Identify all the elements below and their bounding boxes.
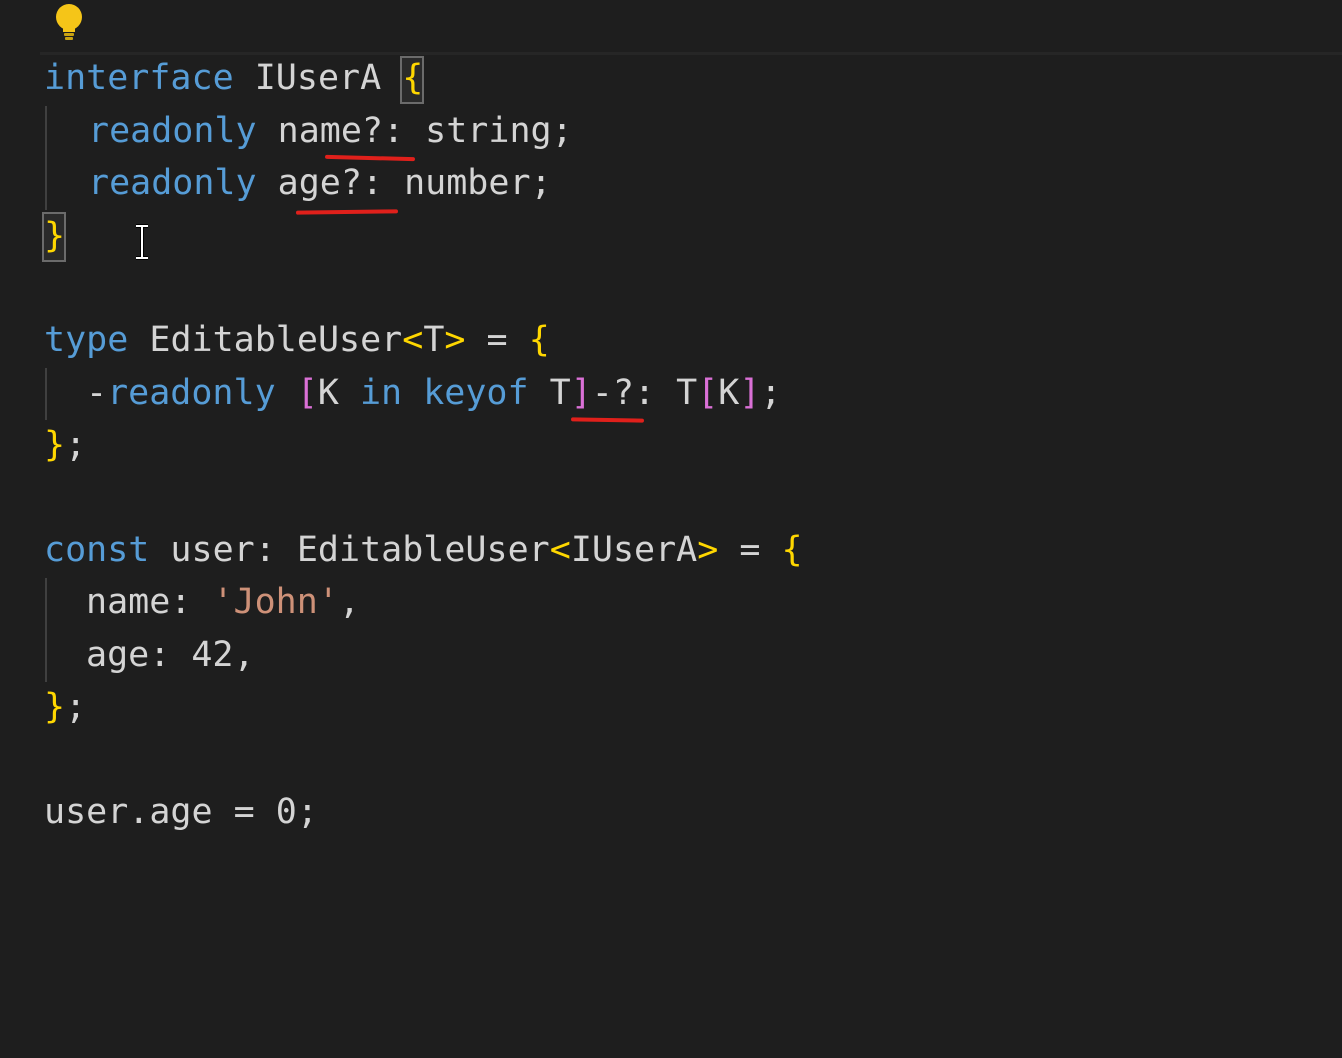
keyword: interface	[44, 58, 234, 98]
identifier: IUserA	[233, 58, 403, 98]
code-text: age?: number;	[256, 163, 552, 203]
angle-bracket: <	[549, 530, 571, 570]
code-line-2[interactable]: readonly name?: string;	[88, 107, 573, 155]
brace: }	[44, 216, 66, 256]
indent-guide	[45, 106, 47, 210]
brace: {	[402, 58, 424, 98]
code-line-4[interactable]: }	[44, 212, 65, 260]
lightbulb-icon[interactable]	[52, 2, 86, 42]
operator: =	[465, 320, 529, 360]
code-line-11[interactable]: };	[44, 683, 86, 731]
code-line-7[interactable]: };	[44, 421, 86, 469]
comma: ,	[338, 582, 360, 622]
type-param: IUserA	[570, 530, 698, 570]
type-param: T	[423, 320, 445, 360]
brace: {	[781, 530, 803, 570]
identifier: user: EditableUser	[149, 530, 550, 570]
type-param: T	[676, 373, 698, 413]
code-line-3[interactable]: readonly age?: number;	[88, 159, 552, 207]
brace: }	[44, 425, 66, 465]
code-text: user.age = 0;	[44, 792, 318, 832]
code-line-5[interactable]: type EditableUser<T> = {	[44, 316, 550, 364]
code-line-8[interactable]: const user: EditableUser<IUserA> = {	[44, 526, 803, 574]
code-line-10[interactable]: age: 42,	[86, 631, 255, 679]
operator: -?:	[591, 373, 677, 413]
keyword: readonly	[107, 373, 276, 413]
annotation-underline	[570, 417, 645, 423]
code-editor[interactable]: interface IUserA { readonly name?: strin…	[0, 0, 1342, 1058]
keyword: const	[44, 530, 150, 570]
annotation-underline	[295, 209, 399, 215]
angle-bracket: >	[444, 320, 466, 360]
string-literal: 'John'	[212, 582, 339, 622]
operator: =	[718, 530, 782, 570]
type-param: K	[718, 373, 740, 413]
bracket: [	[697, 373, 719, 413]
keyword: keyof	[423, 373, 529, 413]
property-key: name:	[86, 582, 213, 622]
keyword: readonly	[88, 111, 257, 151]
keyword: type	[44, 320, 129, 360]
keyword: in	[359, 373, 403, 413]
semicolon: ;	[65, 425, 87, 465]
type-param: T	[528, 373, 571, 413]
indent-guide	[45, 578, 47, 682]
text-cursor-icon	[136, 224, 148, 260]
bracket: ]	[739, 373, 761, 413]
code-line-6[interactable]: -readonly [K in keyof T]-?: T[K];	[86, 369, 781, 417]
property-key: age:	[86, 635, 192, 675]
angle-bracket: >	[697, 530, 719, 570]
bracket: [	[296, 373, 318, 413]
code-text: name?: string;	[256, 111, 573, 151]
type-param: K	[317, 373, 360, 413]
indent-guide	[45, 368, 47, 420]
identifier: EditableUser	[128, 320, 403, 360]
bracket: ]	[570, 373, 592, 413]
code-line-1[interactable]: interface IUserA {	[44, 54, 423, 102]
keyword: readonly	[88, 163, 257, 203]
code-line-12[interactable]: user.age = 0;	[44, 788, 318, 836]
comma: ,	[233, 635, 255, 675]
number-literal: 42	[191, 635, 234, 675]
semicolon: ;	[65, 687, 87, 727]
brace: }	[44, 687, 66, 727]
semicolon: ;	[760, 373, 782, 413]
brace: {	[528, 320, 550, 360]
angle-bracket: <	[402, 320, 424, 360]
operator: -	[86, 373, 108, 413]
code-line-9[interactable]: name: 'John',	[86, 578, 360, 626]
